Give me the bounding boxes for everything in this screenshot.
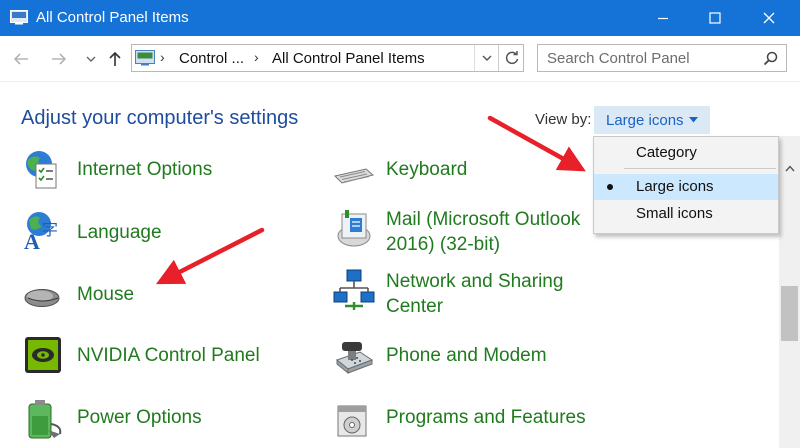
item-label: Power Options bbox=[77, 407, 202, 428]
item-label: Keyboard bbox=[386, 159, 468, 180]
minimize-icon bbox=[658, 17, 668, 20]
chevron-down-icon bbox=[86, 56, 96, 62]
forward-button[interactable] bbox=[48, 48, 70, 70]
window-title: All Control Panel Items bbox=[36, 9, 189, 26]
mouse-icon bbox=[24, 289, 60, 307]
menu-item-label: Large icons bbox=[636, 178, 714, 195]
item-label-line-2: 2016) (32-bit) bbox=[386, 234, 501, 255]
item-label: Phone and Modem bbox=[386, 345, 547, 366]
maximize-icon bbox=[709, 12, 721, 24]
arrow-up-icon bbox=[109, 51, 121, 66]
search-icon[interactable] bbox=[763, 51, 778, 66]
item-label: Programs and Features bbox=[386, 407, 586, 428]
close-button[interactable] bbox=[746, 0, 792, 36]
arrow-left-icon bbox=[13, 53, 28, 65]
breadcrumb-control-panel[interactable]: Control ... bbox=[179, 50, 244, 67]
item-mail[interactable]: Mail (Microsoft Outlook 2016) (32-bit) bbox=[332, 206, 602, 266]
view-by-dropdown[interactable]: Large icons bbox=[594, 106, 710, 134]
breadcrumb-separator-icon: › bbox=[160, 49, 165, 65]
menu-item-category[interactable]: Category bbox=[594, 140, 778, 166]
search-box[interactable] bbox=[537, 44, 787, 72]
page-heading: Adjust your computer's settings bbox=[21, 107, 299, 129]
up-button[interactable] bbox=[104, 48, 126, 70]
breadcrumb-separator-icon: › bbox=[254, 49, 259, 65]
nvidia-icon bbox=[25, 337, 61, 373]
arrow-right-icon bbox=[52, 53, 67, 65]
svg-text:A: A bbox=[24, 229, 40, 254]
minimize-button[interactable] bbox=[640, 0, 686, 36]
address-bar[interactable]: › Control ... › All Control Panel Items bbox=[131, 44, 524, 72]
power-options-icon bbox=[28, 400, 62, 439]
item-nvidia-control-panel[interactable]: NVIDIA Control Panel bbox=[22, 334, 322, 394]
breadcrumb-all-items[interactable]: All Control Panel Items bbox=[272, 50, 425, 67]
menu-item-label: Category bbox=[636, 144, 697, 161]
control-panel-icon bbox=[10, 10, 28, 25]
refresh-icon bbox=[505, 51, 518, 65]
item-label-line-1: Network and Sharing bbox=[386, 271, 564, 292]
scroll-thumb[interactable] bbox=[781, 286, 798, 341]
recent-locations-button[interactable] bbox=[80, 48, 102, 70]
address-dropdown-button[interactable] bbox=[474, 45, 498, 71]
menu-divider bbox=[624, 168, 776, 169]
scroll-up-button[interactable] bbox=[779, 158, 800, 178]
item-label-line-1: Mail (Microsoft Outlook bbox=[386, 209, 581, 230]
title-bar: All Control Panel Items bbox=[0, 0, 800, 36]
menu-item-large-icons[interactable]: Large icons bbox=[594, 174, 778, 200]
network-icon bbox=[333, 269, 375, 310]
keyboard-icon bbox=[334, 168, 375, 184]
svg-text:字: 字 bbox=[42, 220, 58, 239]
item-keyboard[interactable]: Keyboard bbox=[332, 150, 592, 210]
mail-icon bbox=[337, 210, 371, 247]
back-button[interactable] bbox=[10, 48, 32, 70]
item-network-sharing[interactable]: Network and Sharing Center bbox=[332, 268, 592, 328]
maximize-button[interactable] bbox=[692, 0, 738, 36]
item-label: NVIDIA Control Panel bbox=[77, 345, 260, 366]
chevron-up-icon bbox=[784, 164, 795, 171]
menu-item-small-icons[interactable]: Small icons bbox=[594, 201, 778, 227]
item-label-line-2: Center bbox=[386, 296, 444, 317]
item-label: Internet Options bbox=[77, 159, 213, 180]
item-power-options[interactable]: Power Options bbox=[22, 396, 322, 448]
language-icon: A 字 bbox=[24, 212, 58, 254]
navigation-bar: › Control ... › All Control Panel Items bbox=[0, 36, 800, 82]
control-panel-icon bbox=[135, 50, 155, 66]
item-label: Mouse bbox=[77, 284, 135, 305]
caret-down-icon bbox=[689, 117, 698, 123]
close-icon bbox=[763, 12, 775, 24]
internet-options-icon bbox=[26, 151, 57, 189]
item-phone-modem[interactable]: Phone and Modem bbox=[332, 334, 592, 394]
search-input[interactable] bbox=[547, 50, 747, 67]
menu-item-label: Small icons bbox=[636, 205, 713, 222]
refresh-button[interactable] bbox=[498, 45, 524, 71]
selected-bullet-icon bbox=[607, 184, 613, 190]
view-by-menu: Category Large icons Small icons bbox=[593, 136, 779, 234]
view-by-label: View by: bbox=[535, 111, 592, 128]
item-programs-features[interactable]: Programs and Features bbox=[332, 396, 592, 448]
item-label: Language bbox=[77, 222, 162, 243]
vertical-scrollbar[interactable] bbox=[779, 136, 800, 448]
phone-modem-icon bbox=[335, 342, 374, 375]
item-internet-options[interactable]: Internet Options bbox=[22, 150, 322, 210]
programs-features-icon bbox=[337, 405, 367, 437]
item-language[interactable]: A 字 Language bbox=[22, 211, 322, 271]
chevron-down-icon bbox=[482, 55, 491, 61]
item-mouse[interactable]: Mouse bbox=[22, 273, 322, 333]
view-by-value: Large icons bbox=[606, 112, 684, 129]
